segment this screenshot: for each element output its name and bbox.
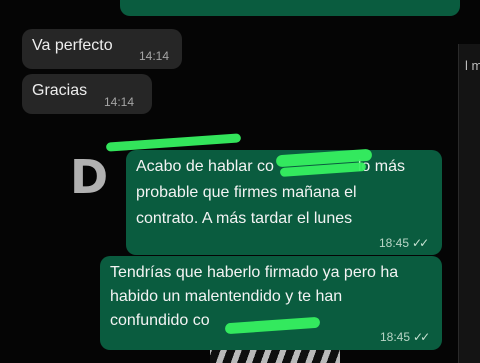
message-time: 14:14 xyxy=(139,49,170,63)
outgoing-message[interactable]: Tendrías que haberlo firmado ya pero ha … xyxy=(100,256,442,350)
incoming-message[interactable]: Gracias 14:14 xyxy=(22,74,152,114)
chat-view: D l m Va perfecto 14:14 Gracias 14:14 Ac… xyxy=(0,0,480,363)
read-receipt-icon: ✓✓ xyxy=(412,236,429,250)
redaction-mark xyxy=(105,133,242,152)
message-text: Va perfecto xyxy=(32,37,113,54)
message-text-line: probable que firmes mañana el xyxy=(136,184,357,201)
message-time: 14:14 xyxy=(104,95,135,109)
message-text: Gracias xyxy=(32,82,88,99)
message-time: 18:45 ✓✓ xyxy=(380,330,430,344)
message-text-line: Tendrías que haberlo firmado ya pero ha xyxy=(110,264,399,281)
side-panel: l m xyxy=(458,44,480,363)
message-text-line: contrato. A más tardar el lunes xyxy=(136,210,353,227)
incoming-message[interactable]: Va perfecto 14:14 xyxy=(22,29,182,69)
message-text-line: habido un malentendido y te han xyxy=(110,288,343,305)
message-time: 18:45 ✓✓ xyxy=(379,236,429,250)
side-panel-text: l m xyxy=(465,58,480,73)
previous-outgoing-message[interactable] xyxy=(120,0,460,16)
wallpaper-sticker: D xyxy=(70,150,108,204)
read-receipt-icon: ✓✓ xyxy=(413,330,430,344)
